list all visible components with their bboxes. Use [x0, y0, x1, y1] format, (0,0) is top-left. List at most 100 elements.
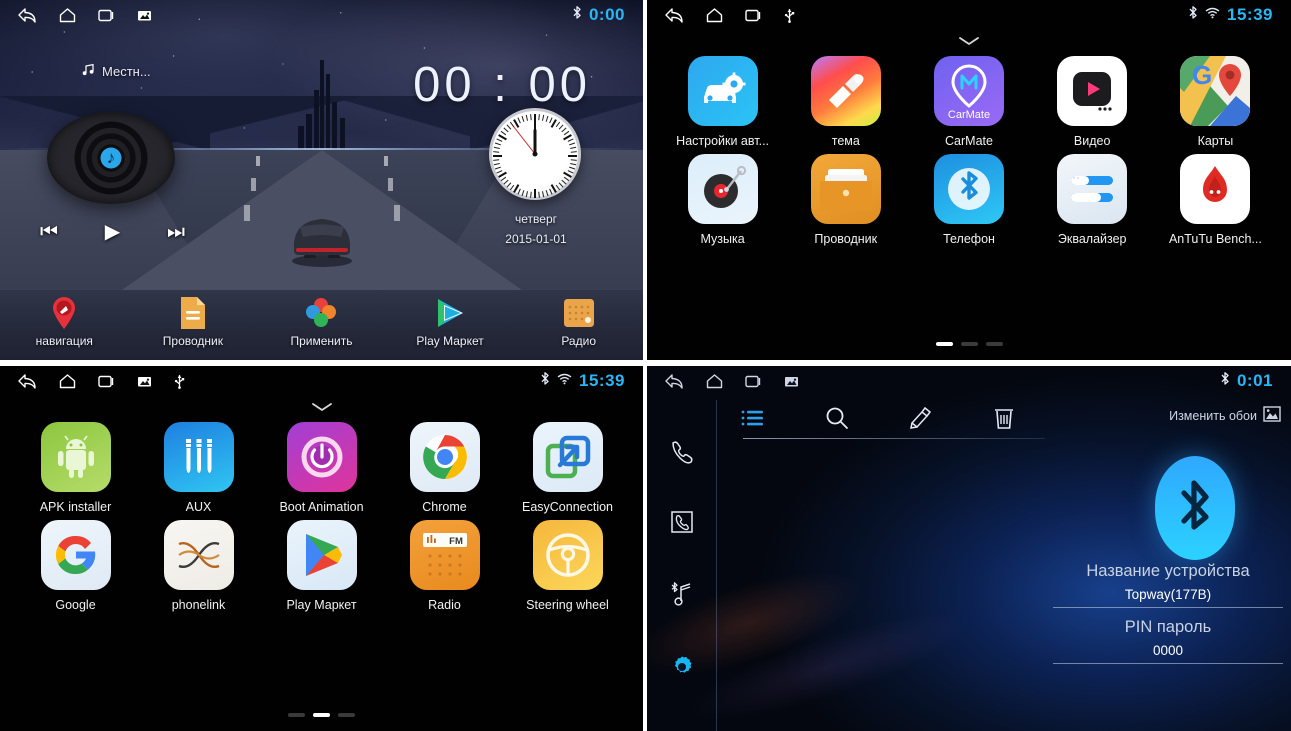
- analog-clock-widget[interactable]: [489, 108, 581, 200]
- app-maps[interactable]: G Карты: [1154, 56, 1277, 148]
- list-button[interactable]: [741, 408, 765, 433]
- app-antutu[interactable]: AnTuTu Bench...: [1154, 154, 1277, 246]
- app-phone-bluetooth[interactable]: Телефон: [907, 154, 1030, 246]
- chevron-down-icon[interactable]: [957, 34, 981, 52]
- clock-tick: [530, 114, 532, 121]
- status-bar-home: 0:00: [0, 0, 643, 30]
- screenshot-icon[interactable]: [137, 9, 152, 22]
- recents-icon[interactable]: [98, 8, 115, 23]
- pin-label: PIN пароль: [1124, 618, 1212, 636]
- app-music[interactable]: Музыка: [661, 154, 784, 246]
- app-grid-page-2: APK installer AUX Boot Animation Chrome: [0, 422, 643, 612]
- prev-track-button[interactable]: ⏮: [40, 222, 58, 242]
- app-apk-installer[interactable]: APK installer: [14, 422, 137, 514]
- dock-item-play-market[interactable]: Play Маркет: [403, 294, 498, 348]
- contacts-book-icon[interactable]: [669, 509, 695, 540]
- home-icon[interactable]: [59, 373, 76, 389]
- app-steering-wheel[interactable]: Steering wheel: [506, 520, 629, 612]
- nav-icons-bluetooth: [657, 373, 799, 389]
- app-label: phonelink: [171, 598, 226, 612]
- search-button[interactable]: [825, 406, 849, 435]
- nav-icons-drawer1: [657, 7, 795, 23]
- screenshot-icon[interactable]: [784, 375, 799, 388]
- page-dot[interactable]: [935, 342, 953, 346]
- app-boot-animation[interactable]: Boot Animation: [260, 422, 383, 514]
- music-track-name: Местн...: [102, 63, 151, 79]
- usb-icon[interactable]: [174, 373, 185, 389]
- app-aux[interactable]: AUX: [137, 422, 260, 514]
- page-dot[interactable]: [313, 713, 330, 717]
- chevron-down-icon[interactable]: [310, 400, 334, 418]
- app-car-settings[interactable]: Настройки авт...: [661, 56, 784, 148]
- page-dot[interactable]: [960, 342, 978, 346]
- pin-field[interactable]: PIN пароль 0000: [1053, 618, 1283, 664]
- app-equalizer[interactable]: Эквалайзер: [1031, 154, 1154, 246]
- edit-button[interactable]: [909, 406, 933, 435]
- clock-tick: [558, 182, 564, 188]
- clock-tick: [545, 115, 549, 122]
- bluetooth-icon: [1188, 5, 1198, 25]
- app-play-market[interactable]: Play Маркет: [260, 520, 383, 612]
- clock-tick: [545, 190, 549, 197]
- vinyl-record-widget[interactable]: ♪: [47, 112, 175, 204]
- dock-label-navigation: навигация: [35, 334, 93, 348]
- app-easyconnection[interactable]: EasyConnection: [506, 422, 629, 514]
- clock-weekday: четверг: [515, 212, 557, 226]
- vinyl-music-note-icon: ♪: [106, 148, 116, 167]
- dock-item-navigation[interactable]: навигация: [17, 294, 112, 348]
- pin-underline: [1053, 663, 1283, 664]
- page-dot[interactable]: [985, 342, 1003, 346]
- dock-item-radio[interactable]: Радио: [531, 294, 626, 348]
- bluetooth-music-icon[interactable]: [668, 581, 696, 614]
- clock-tick: [493, 146, 500, 150]
- delete-button[interactable]: [993, 406, 1015, 435]
- app-carmate[interactable]: CarMate CarMate: [907, 56, 1030, 148]
- gear-icon[interactable]: [669, 654, 695, 685]
- bluetooth-icon: [1220, 371, 1230, 391]
- city-skyline: [296, 60, 352, 150]
- recents-icon[interactable]: [745, 374, 762, 389]
- car-settings-icon: [687, 56, 758, 126]
- app-phonelink[interactable]: phonelink: [137, 520, 260, 612]
- home-icon[interactable]: [706, 373, 723, 389]
- clock-tick: [534, 114, 536, 123]
- change-wallpaper-button[interactable]: Изменить обои: [1169, 406, 1281, 425]
- app-label: Видео: [1073, 134, 1111, 148]
- clock-tick: [569, 142, 576, 146]
- back-icon[interactable]: [665, 373, 684, 389]
- usb-icon[interactable]: [784, 7, 795, 23]
- apply-flower-icon: [274, 294, 369, 332]
- home-icon[interactable]: [59, 7, 76, 23]
- back-icon[interactable]: [18, 7, 37, 23]
- screenshot-icon[interactable]: [137, 375, 152, 388]
- clock-tick: [570, 151, 577, 153]
- device-name-field[interactable]: Название устройства Topway(177B): [1053, 562, 1283, 608]
- home-icon[interactable]: [706, 7, 723, 23]
- app-theme[interactable]: тема: [784, 56, 907, 148]
- clock-tick: [496, 138, 503, 142]
- wifi-icon: [1205, 6, 1220, 24]
- page-indicator-drawer2: [0, 713, 643, 717]
- dock-item-apply[interactable]: Применить: [274, 294, 369, 348]
- app-google[interactable]: Google: [14, 520, 137, 612]
- next-track-button[interactable]: ⏭: [167, 222, 185, 242]
- status-bar-drawer1: 15:39: [647, 0, 1291, 30]
- app-video[interactable]: Видео: [1031, 56, 1154, 148]
- file-manager-icon: [145, 294, 240, 332]
- back-icon[interactable]: [18, 373, 37, 389]
- app-label: Настройки авт...: [676, 134, 770, 148]
- page-dot[interactable]: [338, 713, 355, 717]
- play-button[interactable]: ▶: [105, 222, 120, 242]
- dock-item-file-manager[interactable]: Проводник: [145, 294, 240, 348]
- chrome-icon: [409, 422, 480, 492]
- recents-icon[interactable]: [98, 374, 115, 389]
- page-dot[interactable]: [288, 713, 305, 717]
- media-controls: ⏮ ▶ ⏭: [40, 222, 185, 242]
- digital-clock: 00 : 00: [413, 58, 591, 112]
- app-radio[interactable]: FM Radio: [383, 520, 506, 612]
- phone-handset-icon[interactable]: [669, 438, 695, 469]
- back-icon[interactable]: [665, 7, 684, 23]
- app-chrome[interactable]: Chrome: [383, 422, 506, 514]
- app-file-explorer[interactable]: Проводник: [784, 154, 907, 246]
- recents-icon[interactable]: [745, 8, 762, 23]
